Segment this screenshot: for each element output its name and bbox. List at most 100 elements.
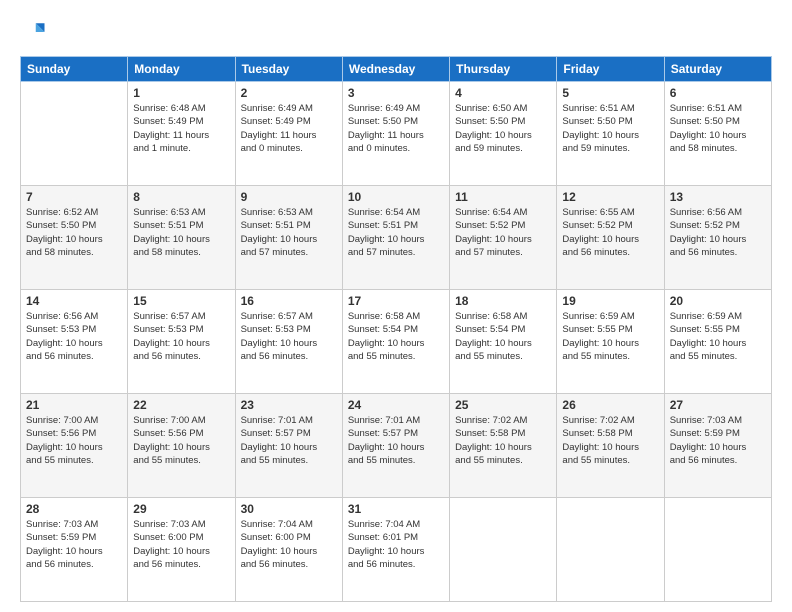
day-number: 22: [133, 398, 229, 412]
column-header-thursday: Thursday: [450, 57, 557, 82]
day-number: 28: [26, 502, 122, 516]
calendar-cell: 15 Sunrise: 6:57 AMSunset: 5:53 PMDayligh…: [128, 290, 235, 394]
calendar-cell: 21 Sunrise: 7:00 AMSunset: 5:56 PMDayligh…: [21, 394, 128, 498]
calendar-cell: 4Sunrise: 6:50 AMSunset: 5:50 PMDaylight…: [450, 82, 557, 186]
day-number: 30: [241, 502, 337, 516]
column-header-monday: Monday: [128, 57, 235, 82]
day-number: 29: [133, 502, 229, 516]
day-info: Sunrise: 6:50 AMSunset: 5:50 PMDaylight:…: [455, 102, 551, 155]
day-info: Sunrise: 6:58 AMSunset: 5:54 PMDaylight:…: [348, 310, 444, 363]
calendar-cell: 18 Sunrise: 6:58 AMSunset: 5:54 PMDayligh…: [450, 290, 557, 394]
day-number: 14: [26, 294, 122, 308]
day-number: 19: [562, 294, 658, 308]
week-row-2: 14 Sunrise: 6:56 AMSunset: 5:53 PMDayligh…: [21, 290, 772, 394]
day-number: 7: [26, 190, 122, 204]
day-info: Sunrise: 6:56 AMSunset: 5:52 PMDaylight:…: [670, 206, 766, 259]
day-number: 12: [562, 190, 658, 204]
calendar-cell: 11 Sunrise: 6:54 AMSunset: 5:52 PMDayligh…: [450, 186, 557, 290]
column-header-row: SundayMondayTuesdayWednesdayThursdayFrid…: [21, 57, 772, 82]
day-info: Sunrise: 6:53 AMSunset: 5:51 PMDaylight:…: [133, 206, 229, 259]
calendar-cell: 8 Sunrise: 6:53 AMSunset: 5:51 PMDaylight…: [128, 186, 235, 290]
column-header-saturday: Saturday: [664, 57, 771, 82]
calendar-page: SundayMondayTuesdayWednesdayThursdayFrid…: [0, 0, 792, 612]
calendar-cell: [450, 498, 557, 602]
calendar-cell: 12 Sunrise: 6:55 AMSunset: 5:52 PMDayligh…: [557, 186, 664, 290]
week-row-1: 7 Sunrise: 6:52 AMSunset: 5:50 PMDaylight…: [21, 186, 772, 290]
day-info: Sunrise: 7:04 AMSunset: 6:01 PMDaylight:…: [348, 518, 444, 571]
calendar-cell: 26Sunrise: 7:02 AMSunset: 5:58 PMDayligh…: [557, 394, 664, 498]
day-info: Sunrise: 6:51 AMSunset: 5:50 PMDaylight:…: [670, 102, 766, 155]
day-number: 18: [455, 294, 551, 308]
calendar-cell: 23Sunrise: 7:01 AMSunset: 5:57 PMDayligh…: [235, 394, 342, 498]
day-number: 16: [241, 294, 337, 308]
week-row-0: 1 Sunrise: 6:48 AMSunset: 5:49 PMDaylight…: [21, 82, 772, 186]
day-info: Sunrise: 6:59 AMSunset: 5:55 PMDaylight:…: [670, 310, 766, 363]
day-number: 11: [455, 190, 551, 204]
day-info: Sunrise: 6:53 AMSunset: 5:51 PMDaylight:…: [241, 206, 337, 259]
day-number: 20: [670, 294, 766, 308]
day-info: Sunrise: 6:48 AMSunset: 5:49 PMDaylight:…: [133, 102, 229, 155]
day-number: 5: [562, 86, 658, 100]
calendar-cell: 6 Sunrise: 6:51 AMSunset: 5:50 PMDaylight…: [664, 82, 771, 186]
day-info: Sunrise: 6:54 AMSunset: 5:52 PMDaylight:…: [455, 206, 551, 259]
day-info: Sunrise: 7:01 AMSunset: 5:57 PMDaylight:…: [348, 414, 444, 467]
day-number: 3: [348, 86, 444, 100]
day-info: Sunrise: 6:52 AMSunset: 5:50 PMDaylight:…: [26, 206, 122, 259]
day-number: 15: [133, 294, 229, 308]
calendar-cell: 13 Sunrise: 6:56 AMSunset: 5:52 PMDayligh…: [664, 186, 771, 290]
day-number: 25: [455, 398, 551, 412]
day-info: Sunrise: 7:00 AMSunset: 5:56 PMDaylight:…: [26, 414, 122, 467]
week-row-4: 28 Sunrise: 7:03 AMSunset: 5:59 PMDayligh…: [21, 498, 772, 602]
day-info: Sunrise: 6:57 AMSunset: 5:53 PMDaylight:…: [133, 310, 229, 363]
day-info: Sunrise: 7:03 AMSunset: 5:59 PMDaylight:…: [670, 414, 766, 467]
calendar-cell: 25 Sunrise: 7:02 AMSunset: 5:58 PMDayligh…: [450, 394, 557, 498]
calendar-cell: 1 Sunrise: 6:48 AMSunset: 5:49 PMDaylight…: [128, 82, 235, 186]
calendar-cell: 14 Sunrise: 6:56 AMSunset: 5:53 PMDayligh…: [21, 290, 128, 394]
logo: [20, 18, 52, 46]
day-number: 13: [670, 190, 766, 204]
calendar-cell: 22 Sunrise: 7:00 AMSunset: 5:56 PMDayligh…: [128, 394, 235, 498]
day-number: 10: [348, 190, 444, 204]
day-number: 1: [133, 86, 229, 100]
day-info: Sunrise: 7:02 AMSunset: 5:58 PMDaylight:…: [562, 414, 658, 467]
calendar-cell: 10Sunrise: 6:54 AMSunset: 5:51 PMDayligh…: [342, 186, 449, 290]
day-info: Sunrise: 6:49 AMSunset: 5:50 PMDaylight:…: [348, 102, 444, 155]
day-info: Sunrise: 6:57 AMSunset: 5:53 PMDaylight:…: [241, 310, 337, 363]
header: [20, 18, 772, 46]
calendar-cell: [557, 498, 664, 602]
calendar-cell: 7 Sunrise: 6:52 AMSunset: 5:50 PMDaylight…: [21, 186, 128, 290]
day-info: Sunrise: 7:04 AMSunset: 6:00 PMDaylight:…: [241, 518, 337, 571]
day-info: Sunrise: 6:59 AMSunset: 5:55 PMDaylight:…: [562, 310, 658, 363]
column-header-wednesday: Wednesday: [342, 57, 449, 82]
day-info: Sunrise: 7:02 AMSunset: 5:58 PMDaylight:…: [455, 414, 551, 467]
day-info: Sunrise: 7:03 AMSunset: 5:59 PMDaylight:…: [26, 518, 122, 571]
calendar-cell: 19 Sunrise: 6:59 AMSunset: 5:55 PMDayligh…: [557, 290, 664, 394]
calendar-cell: 20 Sunrise: 6:59 AMSunset: 5:55 PMDayligh…: [664, 290, 771, 394]
calendar-table: SundayMondayTuesdayWednesdayThursdayFrid…: [20, 56, 772, 602]
day-info: Sunrise: 7:01 AMSunset: 5:57 PMDaylight:…: [241, 414, 337, 467]
day-info: Sunrise: 6:55 AMSunset: 5:52 PMDaylight:…: [562, 206, 658, 259]
calendar-cell: 29 Sunrise: 7:03 AMSunset: 6:00 PMDayligh…: [128, 498, 235, 602]
day-number: 27: [670, 398, 766, 412]
day-number: 21: [26, 398, 122, 412]
day-number: 17: [348, 294, 444, 308]
calendar-cell: 30 Sunrise: 7:04 AMSunset: 6:00 PMDayligh…: [235, 498, 342, 602]
day-info: Sunrise: 7:00 AMSunset: 5:56 PMDaylight:…: [133, 414, 229, 467]
day-number: 24: [348, 398, 444, 412]
calendar-cell: [664, 498, 771, 602]
calendar-cell: 27 Sunrise: 7:03 AMSunset: 5:59 PMDayligh…: [664, 394, 771, 498]
day-info: Sunrise: 7:03 AMSunset: 6:00 PMDaylight:…: [133, 518, 229, 571]
day-info: Sunrise: 6:58 AMSunset: 5:54 PMDaylight:…: [455, 310, 551, 363]
day-number: 8: [133, 190, 229, 204]
day-info: Sunrise: 6:56 AMSunset: 5:53 PMDaylight:…: [26, 310, 122, 363]
calendar-cell: 28 Sunrise: 7:03 AMSunset: 5:59 PMDayligh…: [21, 498, 128, 602]
calendar-cell: 5Sunrise: 6:51 AMSunset: 5:50 PMDaylight…: [557, 82, 664, 186]
calendar-cell: 16 Sunrise: 6:57 AMSunset: 5:53 PMDayligh…: [235, 290, 342, 394]
column-header-sunday: Sunday: [21, 57, 128, 82]
calendar-cell: [21, 82, 128, 186]
calendar-cell: 9Sunrise: 6:53 AMSunset: 5:51 PMDaylight…: [235, 186, 342, 290]
week-row-3: 21 Sunrise: 7:00 AMSunset: 5:56 PMDayligh…: [21, 394, 772, 498]
day-number: 2: [241, 86, 337, 100]
calendar-cell: 2Sunrise: 6:49 AMSunset: 5:49 PMDaylight…: [235, 82, 342, 186]
day-number: 6: [670, 86, 766, 100]
